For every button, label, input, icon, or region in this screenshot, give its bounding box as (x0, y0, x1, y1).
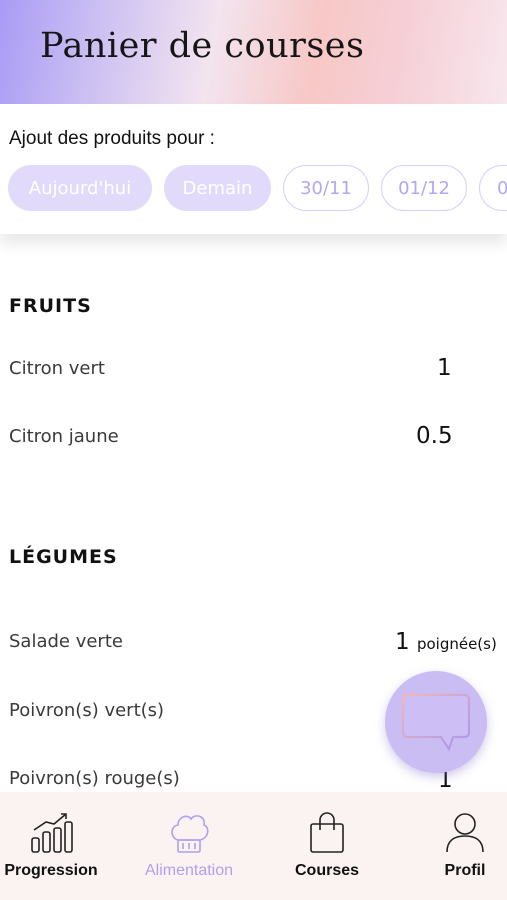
nav-label: Courses (294, 862, 360, 879)
date-chip-list[interactable]: Aujourd'hui Demain 30/11 01/12 0 (8, 165, 507, 213)
date-selector-label: Ajout des produits pour : (9, 128, 215, 149)
item-name: Salade verte (9, 631, 123, 652)
item-quantity-value: 1 (395, 629, 410, 655)
nav-label: Progression (4, 862, 98, 879)
item-quantity: 0.5 (416, 423, 453, 449)
chat-button[interactable] (385, 671, 487, 773)
nav-label: Profil (444, 862, 486, 879)
item-name: Poivron(s) rouge(s) (9, 768, 180, 789)
header: Panier de courses (0, 0, 507, 104)
chef-hat-icon (171, 815, 209, 853)
nav-label: Alimentation (144, 862, 234, 879)
date-chip-tomorrow[interactable]: Demain (164, 165, 271, 211)
section-title-legumes: LÉGUMES (9, 546, 118, 568)
bottom-nav: Progression Alimentation Courses Profil (0, 792, 507, 900)
item-quantity: 1 (437, 355, 452, 381)
date-chip-next[interactable]: 0 (479, 165, 507, 211)
bar-chart-icon (31, 813, 73, 853)
date-chip-today[interactable]: Aujourd'hui (8, 165, 152, 211)
date-chip-30-11[interactable]: 30/11 (283, 165, 369, 211)
section-title-fruits: FRUITS (9, 295, 92, 317)
chat-bubble-icon (401, 693, 471, 752)
item-quantity: 1 poignée(s) (395, 629, 497, 655)
item-name: Poivron(s) vert(s) (9, 700, 165, 721)
date-chip-01-12[interactable]: 01/12 (381, 165, 467, 211)
date-selector-panel: Ajout des produits pour : Aujourd'hui De… (0, 104, 507, 234)
page-title: Panier de courses (40, 26, 365, 66)
nav-item-progression[interactable]: Progression (0, 792, 114, 900)
item-name: Citron jaune (9, 426, 119, 447)
nav-item-courses[interactable]: Courses (264, 792, 390, 900)
shopping-bag-icon (310, 812, 344, 853)
item-quantity-unit: poignée(s) (416, 635, 497, 653)
nav-item-alimentation[interactable]: Alimentation (126, 792, 252, 900)
item-name: Citron vert (9, 358, 105, 379)
user-icon (446, 813, 484, 853)
nav-item-profil[interactable]: Profil (402, 792, 507, 900)
